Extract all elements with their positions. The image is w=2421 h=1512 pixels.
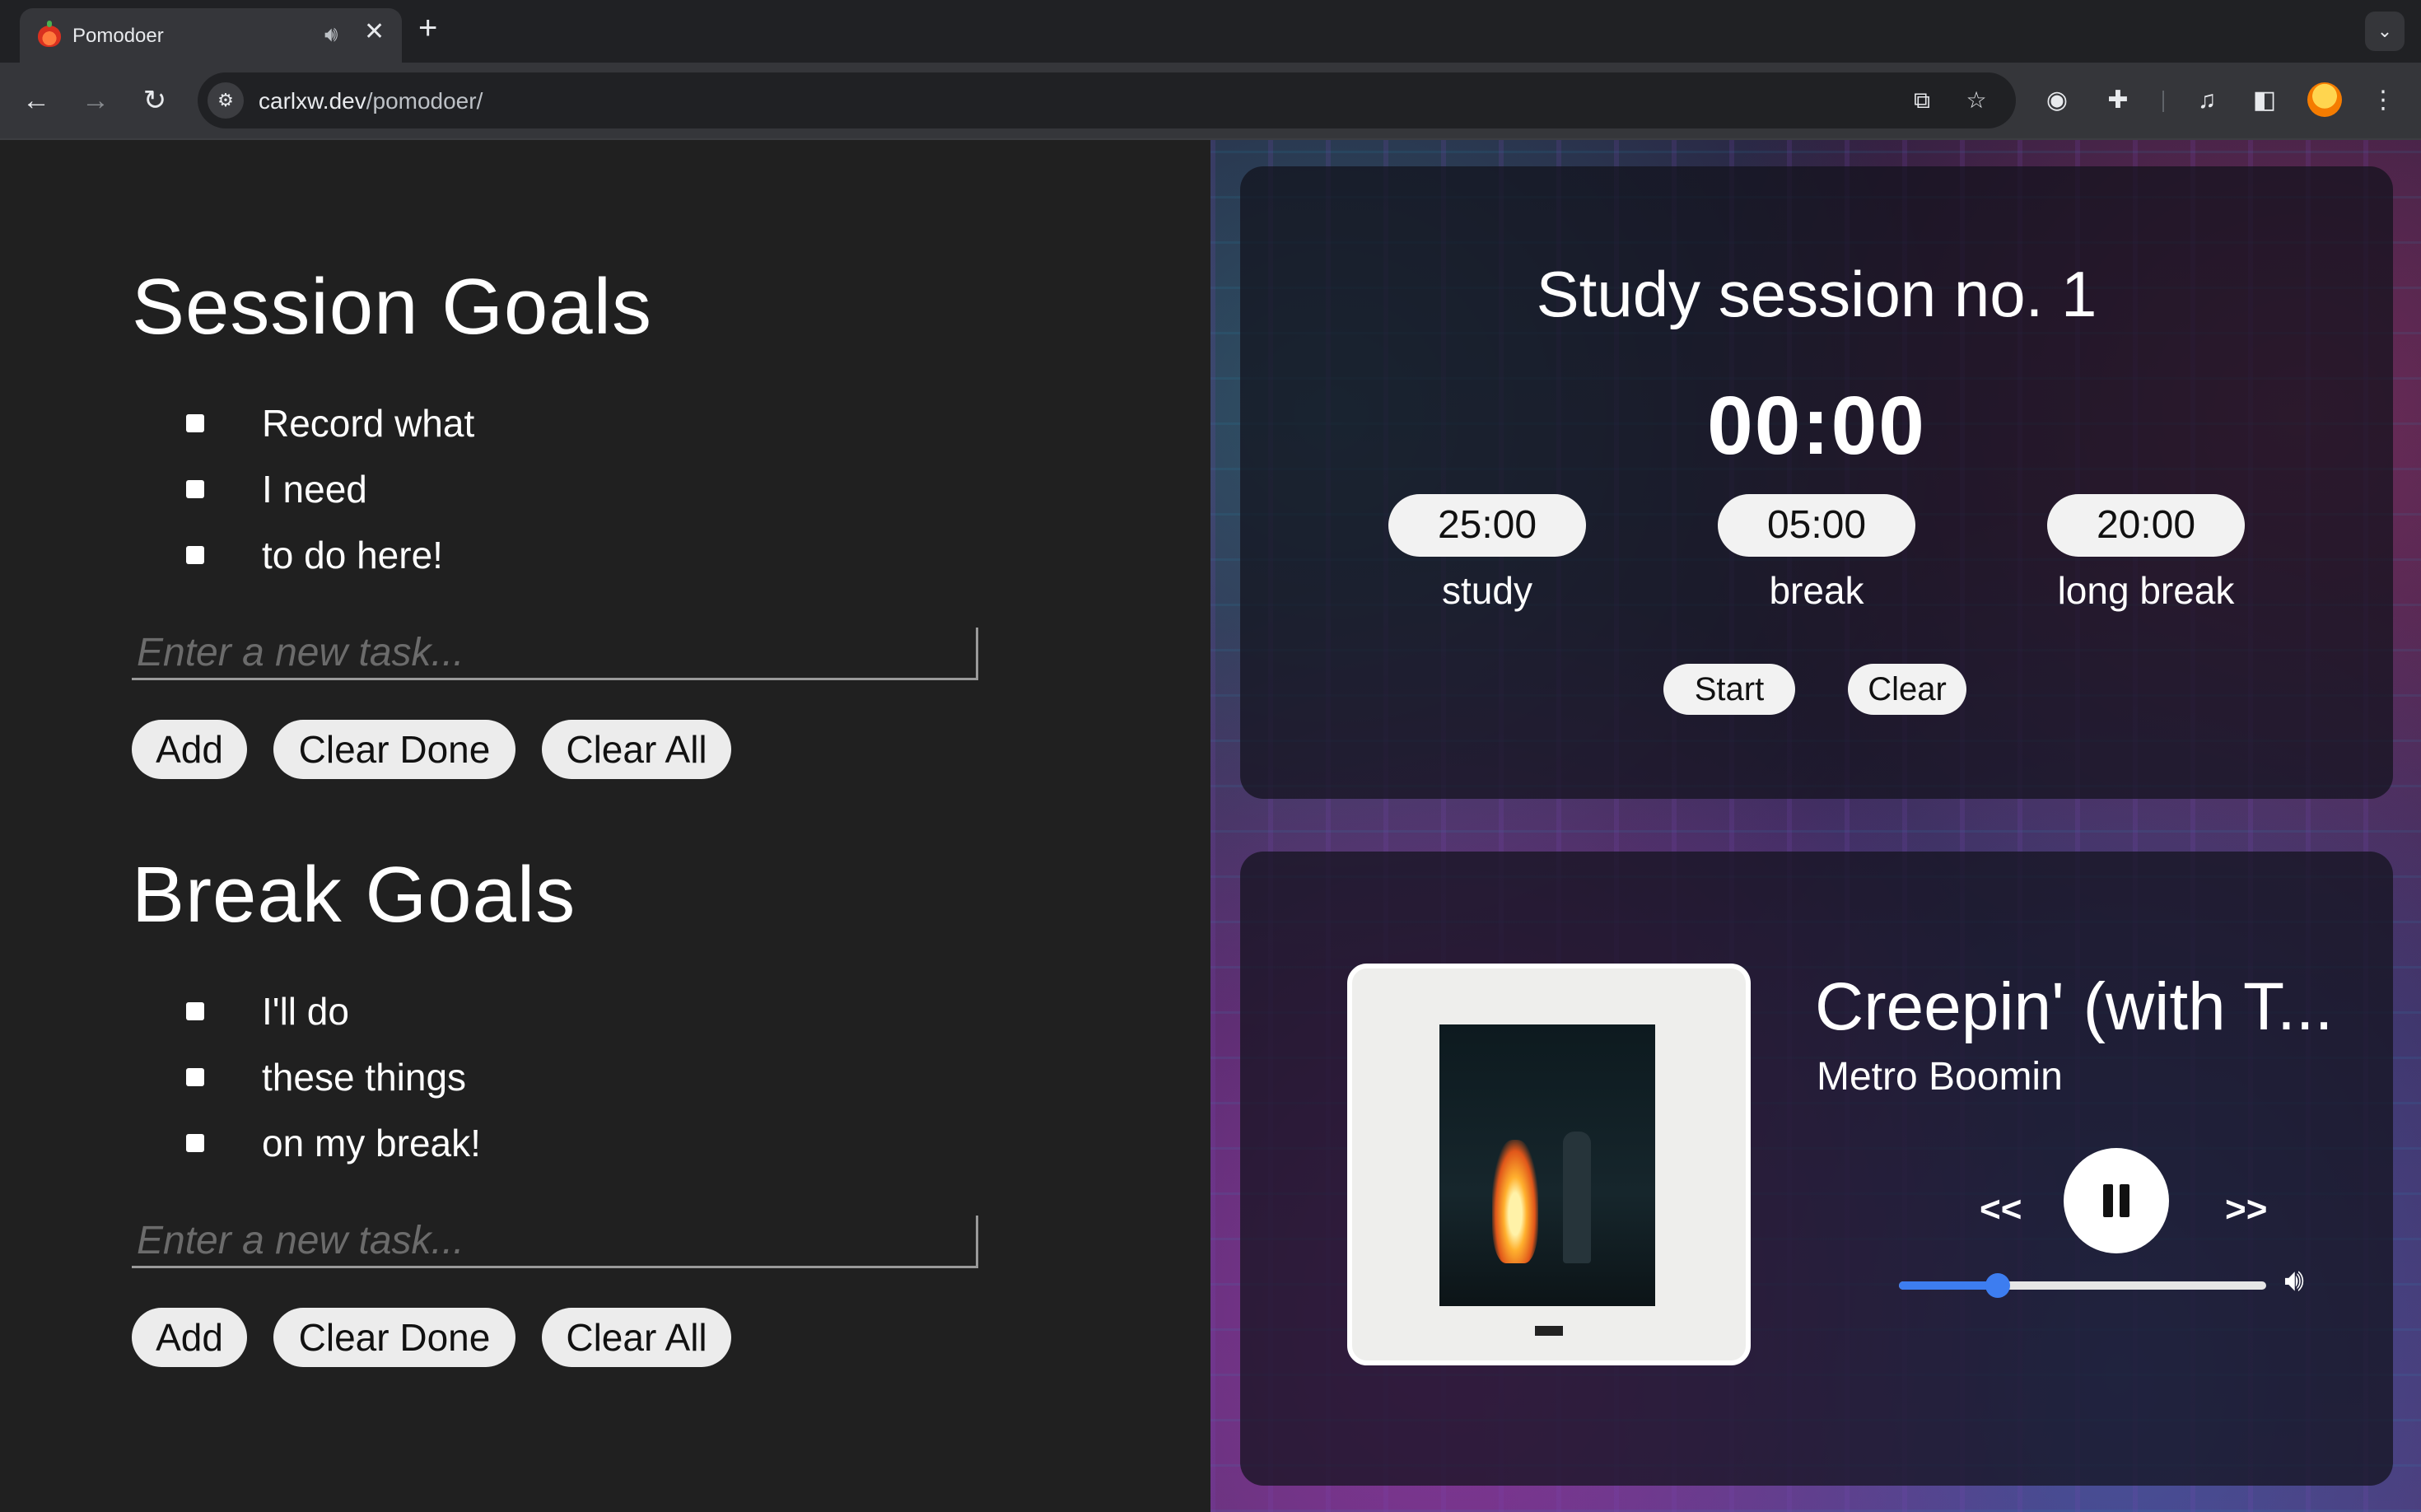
goal-text: these things — [262, 1056, 467, 1099]
media-controls-icon[interactable]: ♫ — [2189, 82, 2225, 119]
new-tab-button[interactable]: + — [418, 10, 437, 46]
goal-text: I'll do — [262, 990, 349, 1033]
start-button[interactable]: Start — [1663, 664, 1795, 715]
goal-text: to do here! — [262, 534, 443, 576]
break-clear-all-button[interactable]: Clear All — [542, 1308, 731, 1367]
music-player-card: Creepin' (with T... Metro Boomin << >> 🔊… — [1240, 852, 2393, 1486]
session-add-button[interactable]: Add — [132, 720, 247, 779]
long-break-duration-label: long break — [2057, 569, 2235, 612]
pause-icon — [2103, 1184, 2113, 1217]
more-menu-icon[interactable]: ⋮ — [2365, 82, 2401, 119]
goal-text: I need — [262, 468, 367, 511]
break-goals-title: Break Goals — [132, 851, 576, 939]
forward-icon[interactable]: → — [76, 81, 115, 120]
break-add-button[interactable]: Add — [132, 1308, 247, 1367]
extension-colorful-icon[interactable]: ◉ — [2039, 82, 2075, 119]
pause-icon — [2120, 1184, 2129, 1217]
back-icon[interactable]: ← — [16, 81, 56, 120]
session-title: Study session no. 1 — [1536, 258, 2097, 330]
session-goal-item[interactable]: Record what — [186, 399, 474, 448]
study-duration-field[interactable]: 25:00 — [1388, 494, 1586, 557]
extensions-puzzle-icon[interactable]: ✚ — [2100, 82, 2136, 119]
volume-slider[interactable] — [1899, 1273, 2266, 1298]
tomato-favicon-icon — [38, 21, 61, 47]
break-task-input[interactable] — [132, 1216, 978, 1268]
bookmark-star-icon[interactable]: ☆ — [1960, 84, 1993, 117]
tab-strip: Pomodoer 🔊︎ ✕ + ⌄ — [0, 0, 2421, 63]
speaker-icon[interactable]: 🔊︎ — [324, 21, 338, 48]
break-goal-item[interactable]: I'll do — [186, 987, 349, 1036]
goal-checkbox[interactable] — [186, 1002, 204, 1020]
page-content: Session Goals Record what I need to do h… — [0, 140, 2421, 1512]
session-goal-item[interactable]: to do here! — [186, 530, 443, 580]
goal-checkbox[interactable] — [186, 1068, 204, 1086]
session-clear-done-button[interactable]: Clear Done — [273, 720, 515, 779]
session-clear-all-button[interactable]: Clear All — [542, 720, 731, 779]
previous-track-button[interactable]: << — [1980, 1189, 2022, 1230]
browser-toolbar: ← → ↻ ⚙ carlxw.dev/pomodoer/ ⧉ ☆ ◉ ✚ ♫ ◧… — [0, 63, 2421, 138]
break-clear-done-button[interactable]: Clear Done — [273, 1308, 515, 1367]
burning-figure — [1492, 1140, 1538, 1263]
volume-icon[interactable]: 🔊︎ — [2284, 1263, 2304, 1299]
next-track-button[interactable]: >> — [2225, 1189, 2267, 1230]
artist-name: Metro Boomin — [1817, 1055, 2063, 1099]
profile-avatar[interactable] — [2307, 82, 2342, 117]
parental-advisory-label — [1533, 1324, 1565, 1337]
address-bar[interactable]: ⚙ carlxw.dev/pomodoer/ ⧉ ☆ — [198, 72, 2016, 128]
session-task-input[interactable] — [132, 628, 978, 680]
clear-timer-button[interactable]: Clear — [1848, 664, 1966, 715]
goal-checkbox[interactable] — [186, 546, 204, 564]
song-title: Creepin' (with T... — [1815, 969, 2334, 1044]
goals-panel: Session Goals Record what I need to do h… — [0, 140, 1210, 1512]
tab-title: Pomodoer — [72, 25, 164, 47]
goal-text: Record what — [262, 402, 475, 445]
break-goal-item[interactable]: these things — [186, 1052, 466, 1102]
browser-tab[interactable]: Pomodoer 🔊︎ ✕ — [20, 8, 402, 63]
break-goal-item[interactable]: on my break! — [186, 1118, 481, 1168]
url-text[interactable]: carlxw.dev/pomodoer/ — [259, 88, 483, 114]
break-duration-label: break — [1769, 569, 1864, 612]
goal-checkbox[interactable] — [186, 414, 204, 432]
install-app-icon[interactable]: ⧉ — [1906, 84, 1938, 117]
session-goal-item[interactable]: I need — [186, 464, 367, 514]
album-art — [1347, 964, 1751, 1365]
long-break-duration-field[interactable]: 20:00 — [2047, 494, 2245, 557]
volume-slider-fill — [1899, 1281, 1999, 1290]
pause-button[interactable] — [2064, 1148, 2169, 1253]
reload-icon[interactable]: ↻ — [135, 81, 175, 120]
timer-card: Study session no. 1 00:00 25:00 study 05… — [1240, 166, 2393, 799]
toolbar-divider — [2162, 91, 2164, 112]
cyberpunk-background: Study session no. 1 00:00 25:00 study 05… — [1210, 140, 2421, 1512]
timer-clock: 00:00 — [1707, 380, 1926, 472]
goal-checkbox[interactable] — [186, 1134, 204, 1152]
tab-search-chevron-icon[interactable]: ⌄ — [2365, 12, 2405, 51]
side-panel-icon[interactable]: ◧ — [2246, 82, 2283, 119]
break-duration-field[interactable]: 05:00 — [1718, 494, 1915, 557]
album-cover-image — [1439, 1024, 1655, 1306]
goal-checkbox[interactable] — [186, 480, 204, 498]
volume-slider-thumb[interactable] — [1985, 1273, 2011, 1298]
study-duration-label: study — [1442, 569, 1532, 612]
site-info-icon[interactable]: ⚙ — [208, 82, 244, 119]
session-goals-title: Session Goals — [132, 263, 652, 351]
standing-figure — [1563, 1132, 1591, 1263]
close-tab-icon[interactable]: ✕ — [364, 20, 385, 44]
goal-text: on my break! — [262, 1122, 481, 1164]
